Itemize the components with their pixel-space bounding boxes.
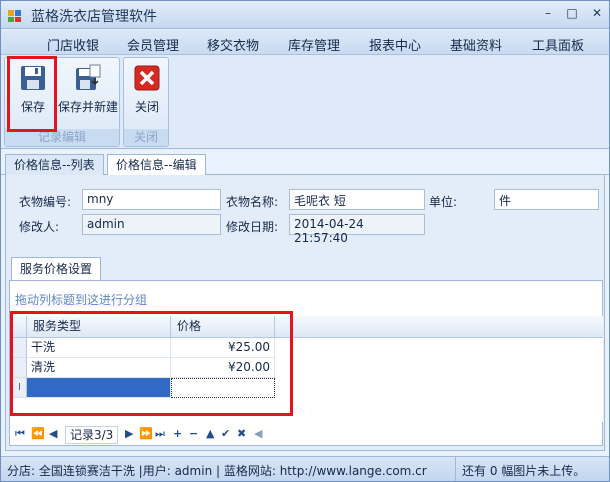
group-by-hint: 拖动列标题到这进行分组 bbox=[15, 293, 148, 307]
name-label: 衣物名称: bbox=[226, 195, 279, 209]
prev-page-icon[interactable]: ⏪ bbox=[31, 427, 45, 440]
name-input[interactable]: 毛呢衣 短 bbox=[289, 189, 425, 210]
tab-price-list[interactable]: 价格信息--列表 bbox=[5, 154, 104, 175]
delete-record-icon[interactable]: − bbox=[189, 427, 198, 440]
menu-transfer-clothes[interactable]: 移交衣物 bbox=[207, 35, 259, 54]
save-and-new-button[interactable]: 保存并新建 bbox=[57, 64, 119, 122]
menu-bar: 门店收银 会员管理 移交衣物 库存管理 报表中心 基础资料 工具面板 bbox=[1, 30, 609, 55]
menu-inventory[interactable]: 库存管理 bbox=[288, 35, 340, 54]
record-counter: 记录3/3 bbox=[65, 426, 119, 444]
menu-members[interactable]: 会员管理 bbox=[127, 35, 179, 54]
confirm-edit-icon[interactable]: ✔ bbox=[221, 427, 230, 440]
ribbon-group-close: 关闭 关闭 bbox=[123, 57, 169, 147]
save-new-icon bbox=[76, 64, 101, 90]
date-field: 2014-04-24 21:57:40 bbox=[289, 214, 425, 245]
add-record-icon[interactable]: + bbox=[173, 427, 182, 440]
menu-reports[interactable]: 报表中心 bbox=[369, 35, 421, 54]
tab-service-price[interactable]: 服务价格设置 bbox=[11, 257, 102, 280]
highlight-box-grid bbox=[10, 311, 293, 416]
close-window-icon[interactable]: ✕ bbox=[586, 3, 608, 23]
code-input[interactable]: mny bbox=[82, 189, 221, 210]
prev-record-icon[interactable]: ◀ bbox=[49, 427, 57, 440]
code-label: 衣物编号: bbox=[19, 195, 72, 209]
highlight-box-save bbox=[7, 56, 57, 132]
date-label: 修改日期: bbox=[226, 220, 279, 234]
editor-field: admin bbox=[82, 214, 221, 235]
close-group-label: 关闭 bbox=[124, 129, 168, 146]
record-navigator: ⏮ ⏪ ◀ 记录3/3 ▶ ⏩ ⏭ + − ▲ ✔ ✖ ◀ bbox=[13, 425, 603, 445]
editor-label: 修改人: bbox=[19, 220, 60, 234]
unit-input[interactable]: 件 bbox=[494, 189, 599, 210]
status-bar: 分店: 全国连锁赛洁干洗 |用户: admin | 蓝格网站: http://w… bbox=[1, 456, 609, 481]
minimize-icon[interactable]: – bbox=[537, 3, 559, 23]
status-upload-info: 还有 0 幅图片未上传。 bbox=[455, 457, 609, 481]
next-record-icon[interactable]: ▶ bbox=[125, 427, 133, 440]
menu-base-data[interactable]: 基础资料 bbox=[450, 35, 502, 54]
tab-price-edit[interactable]: 价格信息--编辑 bbox=[107, 154, 206, 176]
main-window: 蓝格洗衣店管理软件 – □ ✕ 门店收银 会员管理 移交衣物 库存管理 报表中心… bbox=[0, 0, 610, 482]
save-and-new-label: 保存并新建 bbox=[57, 100, 118, 114]
tab-strip: 价格信息--列表 价格信息--编辑 bbox=[1, 151, 609, 176]
unit-label: 单位: bbox=[429, 195, 458, 209]
first-record-icon[interactable]: ⏮ bbox=[15, 427, 25, 441]
cancel-edit-icon[interactable]: ✖ bbox=[237, 427, 246, 440]
close-button[interactable]: 关闭 bbox=[126, 64, 168, 122]
app-icon bbox=[8, 10, 21, 22]
column-header-filler bbox=[275, 316, 603, 338]
edit-record-icon[interactable]: ▲ bbox=[206, 427, 214, 440]
menu-tools[interactable]: 工具面板 bbox=[532, 35, 584, 54]
next-page-icon[interactable]: ⏩ bbox=[139, 427, 153, 440]
ribbon: 保存 保存并新建 记录编辑 关闭 关闭 bbox=[1, 55, 609, 149]
close-label: 关闭 bbox=[134, 100, 159, 114]
more-icon[interactable]: ◀ bbox=[254, 427, 262, 440]
status-branch-info: 分店: 全国连锁赛洁干洗 |用户: admin | 蓝格网站: http://w… bbox=[7, 464, 427, 478]
last-record-icon[interactable]: ⏭ bbox=[155, 427, 165, 441]
title-bar: 蓝格洗衣店管理软件 – □ ✕ bbox=[1, 1, 609, 29]
window-title: 蓝格洗衣店管理软件 bbox=[31, 9, 157, 25]
menu-checkout[interactable]: 门店收银 bbox=[47, 35, 99, 54]
maximize-icon[interactable]: □ bbox=[561, 3, 583, 23]
close-red-x-icon bbox=[134, 65, 160, 91]
